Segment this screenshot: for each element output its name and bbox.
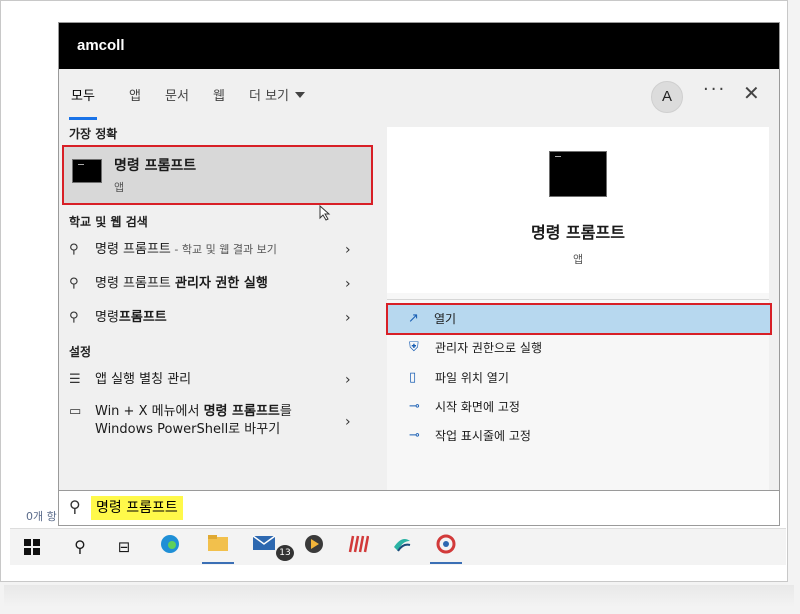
search-icon: ⚲: [69, 310, 79, 325]
chevron-right-icon: ›: [345, 414, 351, 430]
preview-title: 명령 프롬프트: [531, 223, 625, 242]
task-view-icon[interactable]: ⊟: [110, 533, 138, 561]
open-action[interactable]: ↗ 열기: [386, 303, 772, 335]
search-tabs: 모두 앱 문서 웹 더 보기 A ··· ✕: [59, 69, 779, 125]
best-match-heading: 가장 정확: [69, 127, 118, 141]
pin-to-taskbar-action[interactable]: ⊸ 작업 표시줄에 고정: [387, 421, 769, 451]
search-icon[interactable]: ⚲: [66, 533, 94, 561]
window-title: amcoll: [59, 23, 779, 69]
monitor-icon: ▭: [69, 404, 82, 419]
run-as-admin-action[interactable]: ⛨ 관리자 권한으로 실행: [387, 333, 769, 363]
chevron-right-icon: ›: [345, 372, 351, 388]
more-options-icon[interactable]: ···: [703, 79, 726, 100]
caret-down-icon: [295, 92, 306, 98]
best-match-title: 명령 프롬프트: [114, 158, 197, 174]
list-settings-icon: ☰: [69, 372, 81, 387]
settings-result-row[interactable]: ▭ Win + X 메뉴에서 명령 프롬프트를 Windows PowerShe…: [59, 401, 377, 443]
media-player-icon[interactable]: [300, 533, 328, 561]
mail-icon[interactable]: [250, 533, 278, 561]
search-icon: ⚲: [69, 497, 81, 516]
active-app-indicator: [430, 562, 462, 564]
avatar[interactable]: A: [651, 81, 683, 113]
tab-web[interactable]: 웹: [213, 85, 225, 109]
file-location-icon: ▯: [409, 370, 417, 385]
settings-result-row[interactable]: ☰ 앱 실행 별칭 관리 ›: [59, 364, 377, 396]
search-input[interactable]: 명령 프롬프트: [91, 496, 183, 520]
web-result-row[interactable]: ⚲ 명령 프롬프트 관리자 권한 실행 ›: [59, 268, 377, 300]
pin-icon: ⊸: [409, 428, 420, 443]
command-prompt-icon: [72, 159, 102, 183]
tab-documents[interactable]: 문서: [165, 85, 189, 109]
settings-heading: 설정: [69, 345, 92, 359]
best-match-item[interactable]: 명령 프롬프트 앱: [62, 145, 373, 205]
preview-divider: [387, 299, 769, 300]
web-result-row[interactable]: ⚲ 명령 프롬프트 - 학교 및 웹 결과 보기 ›: [59, 234, 377, 266]
edge-browser-icon[interactable]: [156, 533, 184, 561]
stripes-app-icon[interactable]: [344, 533, 372, 561]
preview-header: 명령 프롬프트 앱: [387, 127, 769, 293]
tab-all[interactable]: 모두: [69, 85, 97, 120]
search-icon: ⚲: [69, 276, 79, 291]
background-status-text: 0개 항: [26, 510, 57, 523]
web-result-row[interactable]: ⚲ 명령프롬프트 ›: [59, 302, 377, 334]
windows-start-icon[interactable]: [24, 539, 40, 555]
close-icon[interactable]: ✕: [743, 81, 760, 105]
swirl-app-icon[interactable]: [388, 533, 416, 561]
frame-shadow: [4, 585, 794, 607]
open-icon: ↗: [408, 311, 419, 326]
file-explorer-icon[interactable]: [204, 533, 232, 561]
paint-app-icon[interactable]: [432, 533, 460, 561]
tab-more[interactable]: 더 보기: [249, 85, 306, 109]
open-file-location-action[interactable]: ▯ 파일 위치 열기: [387, 363, 769, 393]
mail-badge: 13: [276, 545, 294, 561]
best-match-subtitle: 앱: [114, 181, 125, 194]
start-search-panel: amcoll 모두 앱 문서 웹 더 보기 A ··· ✕ 가장 정확 명령 프…: [58, 22, 780, 526]
web-search-heading: 학교 및 웹 검색: [69, 215, 148, 229]
search-icon: ⚲: [69, 242, 79, 257]
preview-subtitle: 앱: [572, 253, 584, 266]
tab-apps[interactable]: 앱: [129, 85, 141, 109]
shield-icon: ⛨: [409, 340, 419, 355]
search-box[interactable]: ⚲ 명령 프롬프트: [58, 490, 780, 526]
pin-icon: ⊸: [409, 399, 420, 414]
mouse-cursor-icon: [319, 205, 331, 221]
taskbar: ⚲ ⊟ 13: [10, 528, 786, 565]
chevron-right-icon: ›: [345, 310, 351, 326]
preview-pane: 명령 프롬프트 앱 ↗ 열기 ⛨ 관리자 권한으로 실행 ▯ 파일 위치 열기 …: [386, 127, 772, 513]
chevron-right-icon: ›: [345, 276, 351, 292]
pin-to-start-action[interactable]: ⊸ 시작 화면에 고정: [387, 392, 769, 422]
command-prompt-large-icon: [549, 151, 607, 197]
chevron-right-icon: ›: [345, 242, 351, 258]
active-app-indicator: [202, 562, 234, 564]
